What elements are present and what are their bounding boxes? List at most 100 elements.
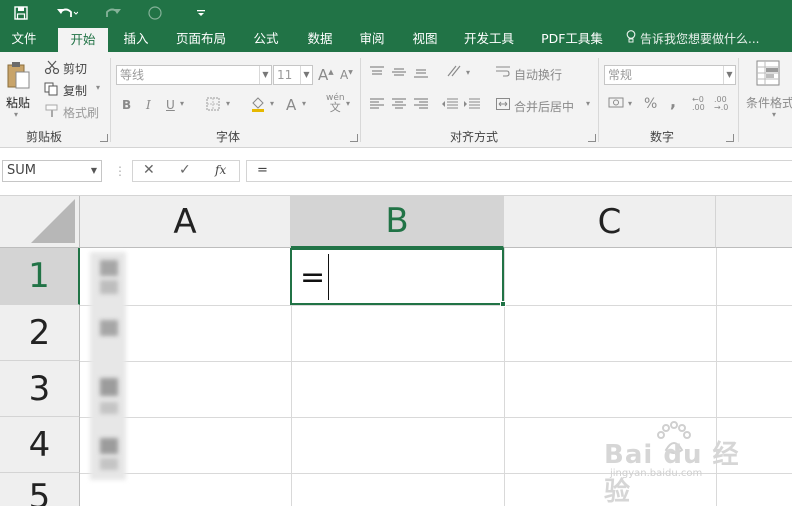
- enter-button[interactable]: ✓: [179, 162, 191, 178]
- customize-quick-access-icon[interactable]: [192, 0, 210, 26]
- fill-color-dropdown-icon[interactable]: ▾: [270, 99, 274, 108]
- border-dropdown-icon[interactable]: ▾: [226, 99, 230, 108]
- tell-me-box[interactable]: 告诉我您想要做什么...: [626, 26, 786, 52]
- clipboard-launcher-icon[interactable]: [100, 134, 108, 142]
- font-name-combo[interactable]: 等线 ▼: [116, 65, 272, 85]
- italic-button[interactable]: I: [146, 98, 151, 112]
- align-top-icon[interactable]: [370, 66, 384, 81]
- scissors-icon[interactable]: [44, 60, 60, 77]
- accounting-dropdown-icon[interactable]: ▾: [628, 99, 632, 108]
- gridline: [504, 248, 505, 506]
- tab-insert[interactable]: 插入: [114, 26, 158, 52]
- name-box[interactable]: SUM ▼: [2, 160, 102, 182]
- font-launcher-icon[interactable]: [350, 134, 358, 142]
- row-header-5[interactable]: 5: [0, 473, 80, 506]
- number-group-label: 数字: [650, 130, 675, 144]
- merge-center-icon[interactable]: [496, 98, 510, 113]
- fill-color-icon[interactable]: [250, 96, 266, 115]
- active-cell-b1[interactable]: =: [290, 248, 506, 307]
- align-bottom-icon[interactable]: [414, 66, 428, 81]
- conditional-formatting-icon[interactable]: [756, 60, 782, 91]
- merge-center-button[interactable]: 合并后居中: [514, 98, 574, 115]
- format-painter-icon[interactable]: [44, 104, 60, 121]
- tab-view[interactable]: 视图: [403, 26, 447, 52]
- copy-dropdown-icon[interactable]: ▾: [96, 83, 100, 92]
- border-icon[interactable]: [206, 97, 220, 114]
- number-format-dropdown-icon[interactable]: ▼: [723, 66, 735, 84]
- touch-mode-icon[interactable]: [144, 0, 166, 26]
- undo-icon[interactable]: [52, 0, 82, 26]
- align-center-icon[interactable]: [392, 98, 406, 113]
- cut-button[interactable]: 剪切: [63, 60, 87, 77]
- wrap-text-button[interactable]: 自动换行: [514, 66, 562, 83]
- tab-data[interactable]: 数据: [298, 26, 342, 52]
- decrease-indent-icon[interactable]: [442, 98, 458, 113]
- number-launcher-icon[interactable]: [726, 134, 734, 142]
- number-format-combo[interactable]: 常规 ▼: [604, 65, 736, 85]
- font-color-dropdown-icon[interactable]: ▾: [302, 99, 306, 108]
- orientation-icon[interactable]: [446, 64, 464, 81]
- font-group-label: 字体: [216, 130, 241, 144]
- comma-style-button[interactable]: ,: [670, 92, 676, 111]
- row-header-3[interactable]: 3: [0, 361, 80, 417]
- save-icon[interactable]: [8, 0, 34, 26]
- align-right-icon[interactable]: [414, 98, 428, 113]
- redo-icon[interactable]: [98, 0, 128, 26]
- font-name-dropdown-icon[interactable]: ▼: [259, 66, 271, 84]
- tab-file[interactable]: 文件: [2, 26, 46, 52]
- orientation-dropdown-icon[interactable]: ▾: [466, 68, 470, 77]
- phonetic-dropdown-icon[interactable]: ▾: [346, 99, 350, 108]
- copy-button[interactable]: 复制: [63, 82, 87, 99]
- row-header-4[interactable]: 4: [0, 417, 80, 473]
- increase-decimal-icon[interactable]: ←0.00: [692, 96, 705, 112]
- phonetic-guide-icon[interactable]: wén 文: [326, 94, 345, 114]
- gridline: [80, 361, 792, 362]
- column-header-d[interactable]: [716, 196, 792, 248]
- cancel-button[interactable]: ✕: [143, 162, 155, 178]
- shrink-font-icon: A: [340, 68, 349, 82]
- formula-bar-grip-icon[interactable]: ⋮: [114, 164, 126, 178]
- copy-icon[interactable]: [44, 82, 60, 99]
- format-painter-button[interactable]: 格式刷: [63, 104, 99, 121]
- conditional-formatting-dropdown-icon[interactable]: ▾: [772, 110, 776, 119]
- name-box-dropdown-icon[interactable]: ▼: [91, 161, 97, 181]
- column-header-c[interactable]: C: [504, 196, 716, 248]
- paste-dropdown-icon[interactable]: ▾: [14, 110, 18, 119]
- tab-page-layout[interactable]: 页面布局: [168, 26, 234, 52]
- column-header-b[interactable]: B: [291, 196, 504, 248]
- align-middle-icon[interactable]: [392, 66, 406, 81]
- percent-style-button[interactable]: %: [644, 96, 657, 112]
- wrap-text-icon[interactable]: [496, 66, 510, 81]
- conditional-formatting-button[interactable]: 条件格式: [746, 94, 792, 111]
- underline-button[interactable]: U: [166, 98, 175, 112]
- tab-review[interactable]: 审阅: [350, 26, 394, 52]
- fill-handle[interactable]: [500, 301, 506, 307]
- tab-developer[interactable]: 开发工具: [456, 26, 522, 52]
- select-all-button[interactable]: [0, 196, 80, 248]
- increase-indent-icon[interactable]: [464, 98, 480, 113]
- alignment-launcher-icon[interactable]: [588, 134, 596, 142]
- grow-font-icon: A: [318, 66, 329, 84]
- grow-font-button[interactable]: A▲: [318, 66, 334, 84]
- baidu-watermark: Bai du 经验 jingyan.baidu.com: [604, 420, 754, 506]
- column-header-a[interactable]: A: [80, 196, 291, 248]
- bold-button[interactable]: B: [122, 98, 131, 112]
- accounting-format-icon[interactable]: [608, 96, 624, 113]
- row-header-1[interactable]: 1: [0, 248, 80, 305]
- merge-dropdown-icon[interactable]: ▾: [586, 99, 590, 108]
- font-size-combo[interactable]: 11 ▼: [273, 65, 313, 85]
- shrink-font-button[interactable]: A▼: [340, 68, 353, 82]
- font-size-dropdown-icon[interactable]: ▼: [300, 66, 312, 84]
- paste-button[interactable]: 粘贴: [6, 94, 30, 111]
- formula-input[interactable]: =: [246, 160, 792, 182]
- font-color-icon[interactable]: A: [286, 96, 296, 114]
- paste-icon[interactable]: [6, 60, 30, 93]
- row-header-2[interactable]: 2: [0, 305, 80, 361]
- tab-home[interactable]: 开始: [58, 28, 108, 52]
- tab-formulas[interactable]: 公式: [244, 26, 288, 52]
- align-left-icon[interactable]: [370, 98, 384, 113]
- tab-pdf-tools[interactable]: PDF工具集: [532, 26, 612, 52]
- underline-dropdown-icon[interactable]: ▾: [180, 99, 184, 108]
- decrease-decimal-icon[interactable]: .00 →.0: [714, 96, 728, 112]
- insert-function-button[interactable]: fx: [215, 163, 226, 177]
